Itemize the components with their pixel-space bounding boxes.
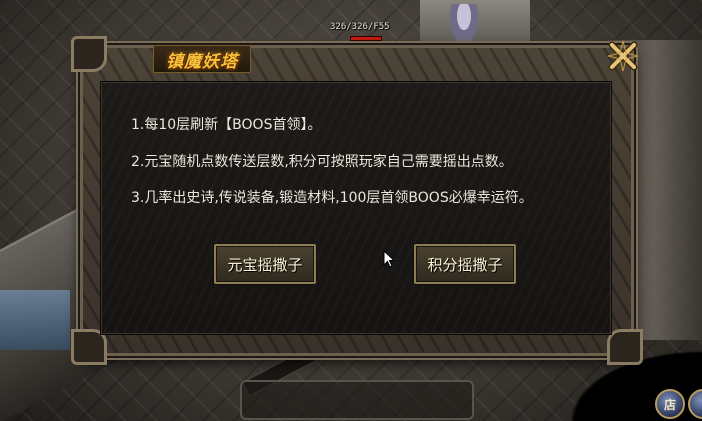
frame-corner-ornament bbox=[71, 36, 107, 72]
tower-dialog: 镇魔妖塔 1.每10层刷新【BOOS首领】。 2.元宝随机点数传送层数,积分可按… bbox=[71, 36, 643, 365]
shop-label: 店 bbox=[663, 397, 676, 412]
background-water bbox=[0, 290, 70, 350]
quickbar-frame bbox=[240, 380, 474, 420]
yuanbao-roll-dice-label: 元宝摇撒子 bbox=[227, 255, 303, 274]
description-line-2: 2.元宝随机点数传送层数,积分可按照玩家自己需要摇出点数。 bbox=[131, 154, 513, 170]
yuanbao-roll-dice-button[interactable]: 元宝摇撒子 bbox=[214, 244, 316, 284]
game-scene: 326/326/F55 镇魔妖塔 1.每10层刷新【BOOS首领】。 2.元宝随… bbox=[0, 0, 702, 421]
description-line-1: 1.每10层刷新【BOOS首领】。 bbox=[131, 117, 322, 133]
frame-corner-ornament bbox=[607, 329, 643, 365]
player-stats-readout: 326/326/F55 bbox=[330, 22, 390, 32]
close-icon bbox=[607, 40, 639, 72]
close-button[interactable] bbox=[605, 38, 641, 74]
dialog-content-panel: 1.每10层刷新【BOOS首领】。 2.元宝随机点数传送层数,积分可按照玩家自己… bbox=[100, 81, 612, 335]
points-roll-dice-button[interactable]: 积分摇撒子 bbox=[414, 244, 516, 284]
points-roll-dice-label: 积分摇撒子 bbox=[427, 255, 503, 274]
dialog-title: 镇魔妖塔 bbox=[166, 51, 238, 72]
description-line-3: 3.几率出史诗,传说装备,锻造材料,100层首领BOOS必爆幸运符。 bbox=[131, 190, 533, 206]
shop-button[interactable]: 店 bbox=[655, 389, 685, 419]
dialog-title-badge: 镇魔妖塔 bbox=[153, 45, 251, 73]
player-hp-bar bbox=[350, 36, 382, 41]
mouse-cursor-icon bbox=[383, 250, 395, 268]
player-character bbox=[450, 4, 478, 44]
